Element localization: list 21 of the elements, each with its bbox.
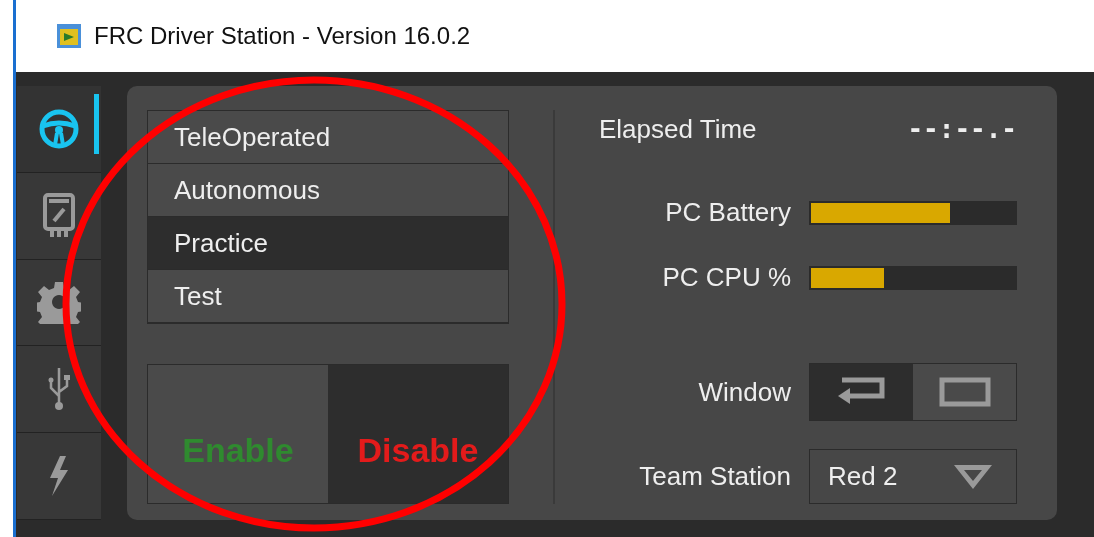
usb-icon — [47, 366, 71, 413]
meter-label: PC CPU % — [662, 261, 791, 294]
steering-wheel-icon — [38, 107, 80, 150]
sidebar-tab[interactable] — [17, 172, 101, 260]
elapsed-time-label: Elapsed Time — [599, 113, 757, 146]
window-label: Window — [698, 375, 791, 409]
app-logo-icon — [56, 23, 82, 49]
window-icon — [938, 377, 991, 407]
meter-label: PC Battery — [665, 196, 791, 229]
team-station-label: Team Station — [639, 460, 791, 493]
elapsed-time-value: --:--.- — [907, 113, 1017, 146]
mode-option[interactable]: Practice — [148, 217, 508, 270]
gear-icon — [37, 280, 81, 325]
team-station-dropdown[interactable]: Red 2 — [809, 449, 1017, 504]
active-tab-indicator — [94, 94, 99, 154]
sidebar-tab[interactable] — [17, 433, 101, 520]
window-mode-button[interactable] — [810, 364, 913, 420]
meter-icon — [43, 192, 75, 239]
sidebar-tab[interactable] — [17, 346, 101, 434]
sidebar-tab[interactable] — [17, 86, 101, 173]
window-title: FRC Driver Station - Version 16.0.2 — [94, 21, 471, 51]
